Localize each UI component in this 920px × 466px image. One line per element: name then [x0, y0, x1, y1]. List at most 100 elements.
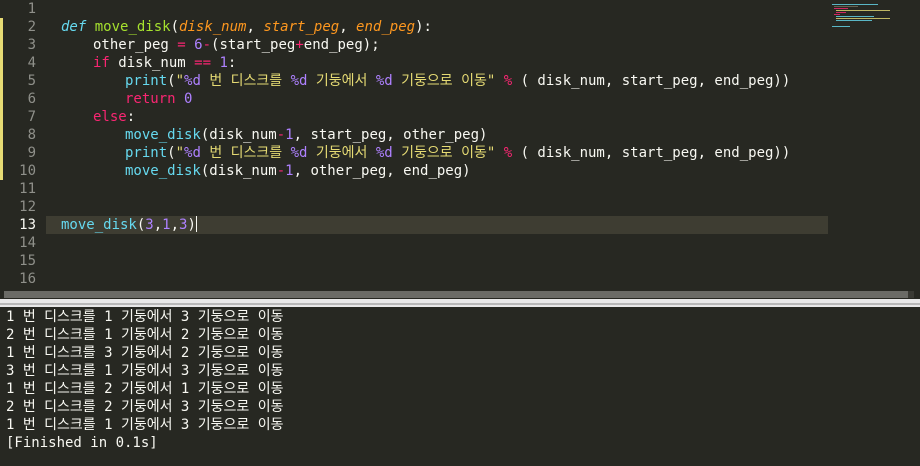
minimap-line — [832, 4, 878, 5]
number: 3 — [145, 217, 154, 233]
identifier: (disk_num — [200, 163, 277, 179]
keyword: return — [125, 91, 176, 107]
line-number: 14 — [19, 235, 36, 251]
minimap-line — [836, 10, 890, 11]
keyword: else — [93, 109, 127, 125]
identifier: end_peg); — [303, 37, 380, 53]
line-number: 16 — [19, 271, 36, 287]
number: 1 — [162, 217, 171, 233]
function-call: move_disk — [125, 127, 201, 143]
minimap-line — [836, 16, 874, 17]
minimap-line — [834, 6, 858, 7]
code-area[interactable]: def move_disk(disk_num, start_peg, end_p… — [52, 0, 828, 290]
line-number: 2 — [27, 19, 36, 35]
output-line: 1 번 디스크를 3 기둥에서 2 기둥으로 이동 — [6, 345, 284, 361]
operator: % — [503, 145, 513, 161]
punct: , — [339, 19, 357, 35]
string: " — [175, 73, 185, 89]
number: 1 — [285, 127, 294, 143]
operator: - — [276, 127, 286, 143]
minimap-line — [836, 12, 846, 13]
operator: - — [276, 163, 286, 179]
punct: , — [246, 19, 264, 35]
operator: + — [295, 37, 304, 53]
format-spec: %d — [184, 145, 201, 161]
panel-splitter[interactable] — [0, 299, 920, 307]
minimap-line — [834, 8, 848, 9]
identifier: other_peg — [93, 37, 178, 53]
string: 번 디스크를 — [200, 145, 291, 161]
output-line: 3 번 디스크를 1 기둥에서 3 기둥으로 이동 — [6, 363, 284, 379]
output-line: 1 번 디스크를 1 기둥에서 3 기둥으로 이동 — [6, 417, 284, 433]
minimap-line — [834, 14, 840, 15]
number: 6 — [194, 37, 203, 53]
format-spec: %d — [375, 145, 393, 161]
line-number: 12 — [19, 199, 36, 215]
minimap-line — [836, 20, 872, 21]
horizontal-scrollbar[interactable] — [4, 291, 914, 298]
arguments: , start_peg, other_peg) — [293, 127, 488, 143]
keyword: if — [93, 55, 110, 71]
code-line-6: return 0 — [125, 90, 192, 108]
code-line-4: if disk_num == 1: — [93, 54, 236, 72]
format-spec: %d — [184, 73, 201, 89]
line-number: 15 — [19, 253, 36, 269]
code-editor[interactable]: 1 2 3 4 5 6 7 8 9 10 11 12 13 14 15 16 d… — [0, 0, 920, 290]
string: " — [175, 145, 185, 161]
format-spec: %d — [290, 145, 308, 161]
punct: ): — [415, 19, 432, 35]
number: 0 — [184, 91, 193, 107]
minimap[interactable] — [828, 0, 920, 290]
arguments: ( disk_num, start_peg, end_peg)) — [512, 145, 791, 161]
identifier: (start_peg — [211, 37, 296, 53]
line-number: 6 — [27, 91, 36, 107]
punct: ( — [170, 19, 180, 35]
punct: : — [227, 55, 237, 71]
function-call: move_disk — [125, 163, 201, 179]
string: 기둥에서 — [307, 73, 376, 89]
line-number: 7 — [27, 109, 36, 125]
minimap-line — [832, 26, 850, 27]
builtin: print — [125, 145, 168, 161]
string: 번 디스크를 — [200, 73, 291, 89]
identifier: (disk_num — [200, 127, 277, 143]
function-call: move_disk — [61, 217, 137, 233]
parameter: start_peg — [263, 19, 340, 35]
punct: ) — [187, 217, 196, 233]
text-caret — [195, 216, 197, 232]
line-number: 4 — [27, 55, 36, 71]
output-line: 2 번 디스크를 1 기둥에서 2 기둥으로 이동 — [6, 327, 284, 343]
builtin: print — [125, 73, 168, 89]
scrollbar-thumb[interactable] — [4, 291, 908, 298]
identifier: disk_num — [109, 55, 195, 71]
operator: % — [503, 73, 513, 89]
arguments: ( disk_num, start_peg, end_peg)) — [512, 73, 791, 89]
function-name: move_disk — [94, 19, 171, 35]
minimap-line — [836, 18, 890, 19]
string: 기둥으로 이동" — [392, 73, 496, 89]
parameter: disk_num — [179, 19, 247, 35]
operator: = — [177, 37, 186, 53]
line-number: 8 — [27, 127, 36, 143]
build-output-panel[interactable]: 1 번 디스크를 1 기둥에서 3 기둥으로 이동 2 번 디스크를 1 기둥에… — [0, 307, 920, 466]
code-line-13: move_disk(3,1,3) — [61, 216, 197, 234]
output-line: 1 번 디스크를 1 기둥에서 3 기둥으로 이동 — [6, 309, 284, 325]
code-line-2: def move_disk(disk_num, start_peg, end_p… — [61, 18, 432, 36]
punct: : — [126, 109, 136, 125]
line-number: 11 — [19, 181, 36, 197]
splitter-line — [0, 303, 920, 305]
number: 1 — [219, 55, 228, 71]
line-number: 5 — [27, 73, 36, 89]
output-line: 1 번 디스크를 2 기둥에서 1 기둥으로 이동 — [6, 381, 284, 397]
line-number-current: 13 — [19, 217, 36, 233]
line-number: 10 — [19, 163, 36, 179]
code-line-3: other_peg = 6-(start_peg+end_peg); — [93, 36, 380, 54]
code-line-5: print("%d 번 디스크를 %d 기둥에서 %d 기둥으로 이동" % (… — [125, 72, 790, 90]
code-line-9: print("%d 번 디스크를 %d 기둥에서 %d 기둥으로 이동" % (… — [125, 144, 790, 162]
code-line-8: move_disk(disk_num-1, start_peg, other_p… — [125, 126, 487, 144]
build-finished-status: [Finished in 0.1s] — [6, 435, 158, 451]
